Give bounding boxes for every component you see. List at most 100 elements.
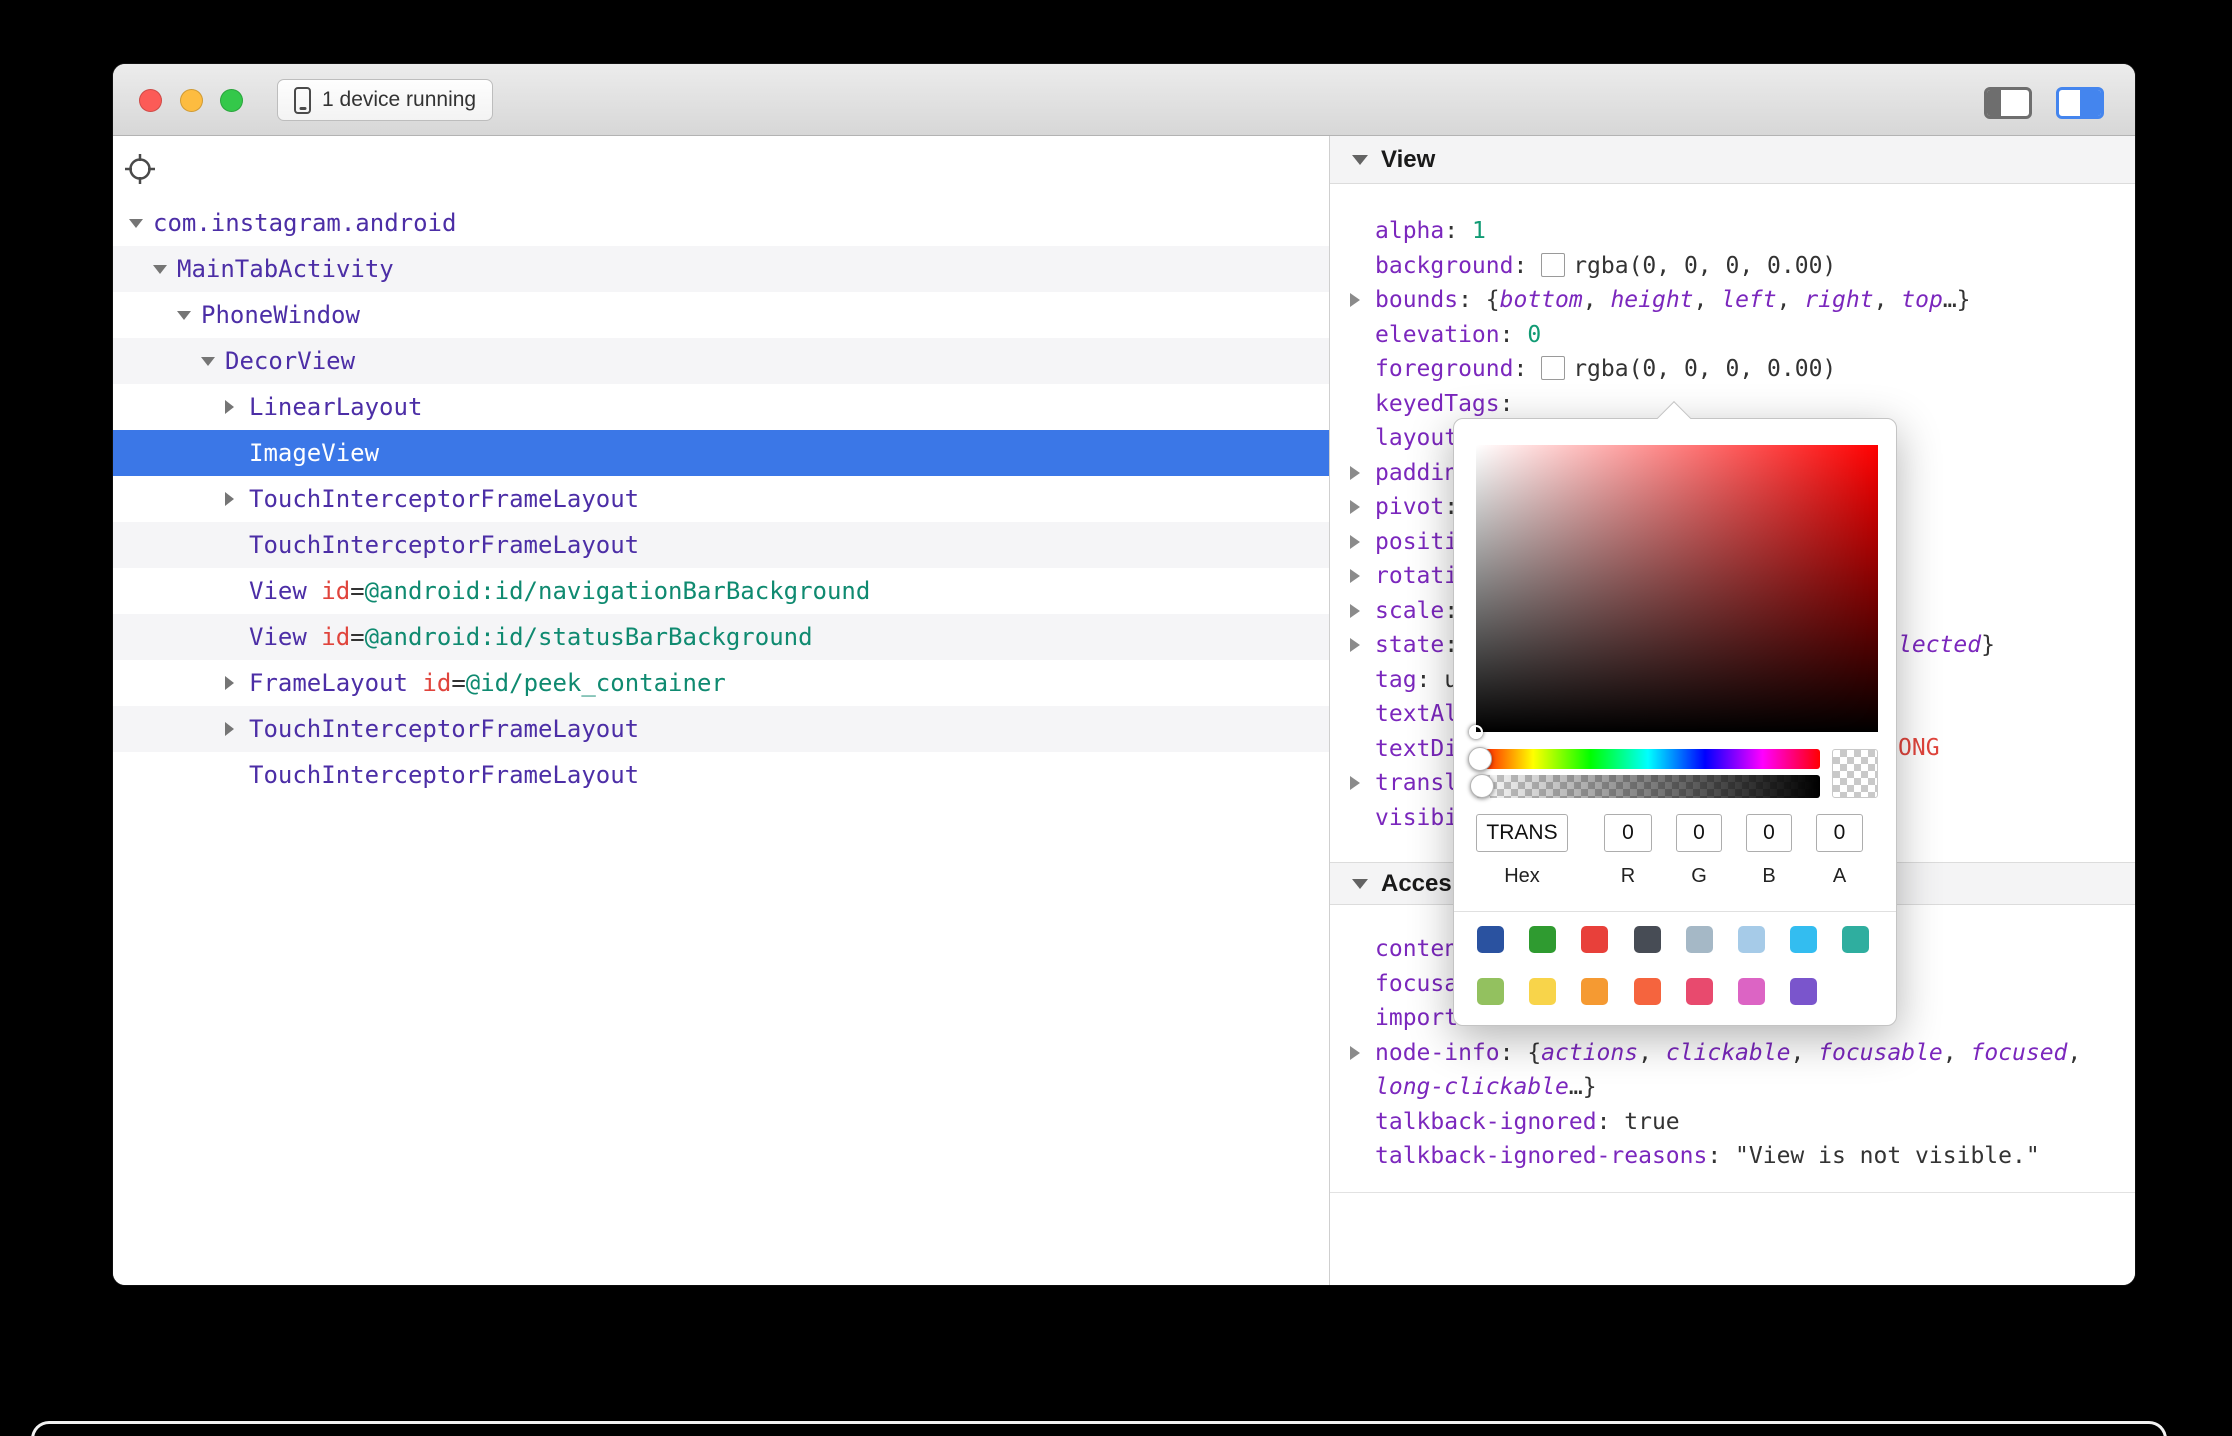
property-row[interactable]: bounds: {bottom, height, left, right, to… — [1330, 283, 2135, 318]
id-attribute-name: id — [422, 669, 451, 697]
alpha-slider-knob[interactable] — [1470, 774, 1494, 798]
chevron-down-icon[interactable] — [153, 265, 177, 274]
property-text: conten — [1375, 936, 1458, 962]
phone-icon — [294, 87, 311, 114]
chevron-right-icon[interactable] — [225, 676, 249, 690]
property-text: textDi — [1375, 736, 1458, 762]
palette-color-swatch[interactable] — [1529, 926, 1556, 953]
property-row[interactable]: background: rgba(0, 0, 0, 0.00) — [1330, 249, 2135, 284]
property-text: node-info — [1375, 1040, 1500, 1066]
spacer — [307, 577, 321, 605]
disclosure-triangle-icon[interactable] — [1350, 466, 1360, 480]
disclosure-triangle-icon[interactable] — [1350, 638, 1360, 652]
device-running-label: 1 device running — [322, 88, 476, 112]
saturation-knob[interactable] — [1469, 725, 1483, 739]
alpha-slider[interactable] — [1476, 775, 1820, 798]
locate-target-icon[interactable] — [122, 151, 158, 187]
palette-color-swatch[interactable] — [1581, 978, 1608, 1005]
property-row[interactable]: keyedTags: — [1330, 387, 2135, 422]
minimize-window-button[interactable] — [180, 89, 203, 112]
palette-color-swatch[interactable] — [1738, 926, 1765, 953]
palette-color-swatch[interactable] — [1842, 926, 1869, 953]
property-row[interactable]: elevation: 0 — [1330, 318, 2135, 353]
disclosure-triangle-icon[interactable] — [1350, 1046, 1360, 1060]
tree-row[interactable]: TouchInterceptorFrameLayout — [113, 752, 1329, 798]
hue-slider[interactable] — [1476, 749, 1820, 769]
section-title: Acces — [1381, 870, 1452, 898]
tree-row[interactable]: View id=@android:id/navigationBarBackgro… — [113, 568, 1329, 614]
window-content: com.instagram.androidMainTabActivity Phon… — [113, 136, 2135, 1285]
toggle-left-panel-icon[interactable] — [1984, 87, 2032, 119]
toggle-right-panel-icon[interactable] — [2056, 87, 2104, 119]
tree-node-label: PhoneWindow — [201, 301, 360, 329]
disclosure-triangle-icon[interactable] — [1350, 776, 1360, 790]
property-text: tag — [1375, 667, 1417, 693]
tree-node-label: TouchInterceptorFrameLayout — [249, 761, 639, 789]
disclosure-triangle-icon[interactable] — [1350, 293, 1360, 307]
tree-row[interactable]: View id=@android:id/statusBarBackground — [113, 614, 1329, 660]
property-row[interactable]: node-info: {actions, clickable, focusabl… — [1330, 1036, 2135, 1105]
palette-color-swatch[interactable] — [1634, 978, 1661, 1005]
text-direction-value-tail: ONG — [1898, 731, 1940, 766]
chevron-right-icon[interactable] — [225, 722, 249, 736]
tree-row[interactable]: ImageView — [113, 430, 1329, 476]
disclosure-triangle-icon[interactable] — [1350, 569, 1360, 583]
alpha-input[interactable]: 0 — [1816, 814, 1863, 852]
device-running-button[interactable]: 1 device running — [277, 79, 493, 121]
chevron-down-icon[interactable] — [177, 311, 201, 320]
palette-color-swatch[interactable] — [1738, 978, 1765, 1005]
property-text: true — [1624, 1109, 1679, 1135]
saturation-brightness-field[interactable] — [1476, 445, 1878, 732]
property-text: : — [1513, 356, 1541, 382]
blue-input[interactable]: 0 — [1746, 814, 1792, 852]
color-checkbox-swatch[interactable] — [1541, 356, 1565, 380]
property-row[interactable]: talkback-ignored: true — [1330, 1105, 2135, 1140]
disclosure-triangle-icon[interactable] — [1350, 500, 1360, 514]
disclosure-triangle-icon[interactable] — [1350, 604, 1360, 618]
green-input[interactable]: 0 — [1676, 814, 1722, 852]
hex-input[interactable]: TRANS — [1476, 814, 1568, 852]
tree-row[interactable]: TouchInterceptorFrameLayout — [113, 522, 1329, 568]
red-input[interactable]: 0 — [1604, 814, 1652, 852]
tree-row[interactable]: LinearLayout — [113, 384, 1329, 430]
id-equals: = — [350, 577, 364, 605]
title-bar[interactable]: 1 device running — [113, 64, 2135, 136]
section-header-view[interactable]: View — [1330, 136, 2135, 184]
tree-row[interactable]: DecorView — [113, 338, 1329, 384]
tree-row[interactable]: PhoneWindow — [113, 292, 1329, 338]
zoom-window-button[interactable] — [220, 89, 243, 112]
tree-row[interactable]: FrameLayout id=@id/peek_container — [113, 660, 1329, 706]
close-window-button[interactable] — [139, 89, 162, 112]
tree-row[interactable]: TouchInterceptorFrameLayout — [113, 476, 1329, 522]
palette-color-swatch[interactable] — [1581, 926, 1608, 953]
palette-color-swatch[interactable] — [1634, 926, 1661, 953]
hue-slider-knob[interactable] — [1468, 747, 1492, 771]
tree-node-label: ImageView — [249, 439, 379, 467]
property-text: 0 — [1527, 322, 1541, 348]
tree-row[interactable]: com.instagram.android — [113, 200, 1329, 246]
chevron-right-icon[interactable] — [225, 400, 249, 414]
palette-color-swatch[interactable] — [1686, 978, 1713, 1005]
palette-color-swatch[interactable] — [1790, 926, 1817, 953]
property-row[interactable]: talkback-ignored-reasons: "View is not v… — [1330, 1139, 2135, 1174]
property-text: layout — [1375, 425, 1458, 451]
section-collapse-icon[interactable] — [1352, 879, 1368, 889]
palette-color-swatch[interactable] — [1477, 978, 1504, 1005]
property-inspector-pane: View alpha: 1background: rgba(0, 0, 0, 0… — [1330, 136, 2135, 1285]
palette-color-swatch[interactable] — [1529, 978, 1556, 1005]
property-row[interactable]: alpha: 1 — [1330, 214, 2135, 249]
color-checkbox-swatch[interactable] — [1541, 253, 1565, 277]
chevron-down-icon[interactable] — [129, 219, 153, 228]
section-collapse-icon[interactable] — [1352, 155, 1368, 165]
palette-color-swatch[interactable] — [1686, 926, 1713, 953]
property-row[interactable]: foreground: rgba(0, 0, 0, 0.00) — [1330, 352, 2135, 387]
chevron-down-icon[interactable] — [201, 357, 225, 366]
property-text: clickable — [1666, 1040, 1791, 1066]
tree-row[interactable]: MainTabActivity — [113, 246, 1329, 292]
property-text: : { — [1458, 287, 1500, 313]
palette-color-swatch[interactable] — [1477, 926, 1504, 953]
chevron-right-icon[interactable] — [225, 492, 249, 506]
tree-row[interactable]: TouchInterceptorFrameLayout — [113, 706, 1329, 752]
palette-color-swatch[interactable] — [1790, 978, 1817, 1005]
disclosure-triangle-icon[interactable] — [1350, 535, 1360, 549]
